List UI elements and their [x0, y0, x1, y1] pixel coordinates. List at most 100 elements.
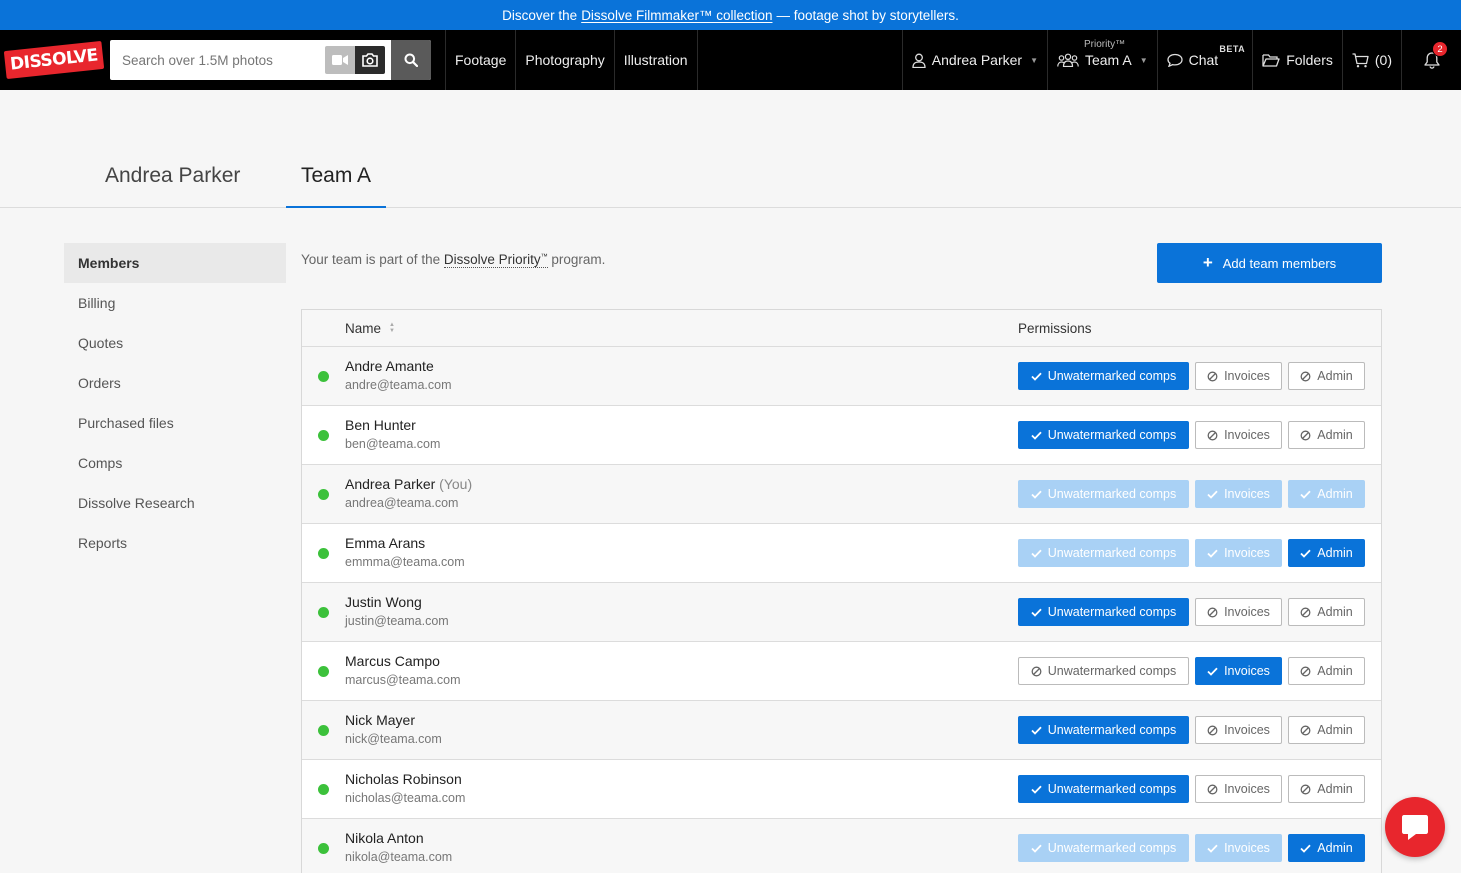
banner-link[interactable]: Dissolve Filmmaker™ collection: [581, 8, 772, 23]
add-team-members-label: Add team members: [1222, 255, 1337, 271]
permission-label: Admin: [1317, 487, 1353, 501]
permission-toggles: Unwatermarked comps Invoices Admin: [1018, 598, 1365, 626]
notification-count-badge: 2: [1432, 41, 1448, 57]
sidebar-item-orders[interactable]: Orders: [64, 363, 286, 403]
member-email: ben@teama.com: [345, 437, 441, 451]
checkmark-icon: [1031, 490, 1042, 499]
permission-unwatermarked-comps-toggle[interactable]: Unwatermarked comps: [1018, 362, 1189, 390]
sidebar-item-reports[interactable]: Reports: [64, 523, 286, 563]
online-status-dot: [318, 666, 329, 677]
online-status-dot: [318, 371, 329, 382]
account-nav: Andrea Parker ▼ Priority™ Team A ▼ Chat …: [901, 30, 1461, 90]
sidebar-item-quotes[interactable]: Quotes: [64, 323, 286, 363]
member-name: Marcus Campo: [345, 653, 461, 669]
checkmark-icon: [1207, 667, 1218, 676]
team-menu[interactable]: Priority™ Team A ▼: [1046, 30, 1157, 90]
permission-invoices-toggle[interactable]: Invoices: [1195, 598, 1282, 626]
checkmark-icon: [1031, 372, 1042, 381]
notifications-button[interactable]: 2: [1401, 30, 1461, 90]
permission-unwatermarked-comps-toggle[interactable]: Unwatermarked comps: [1018, 421, 1189, 449]
not-allowed-icon: [1207, 784, 1218, 794]
checkmark-icon: [1031, 844, 1042, 853]
nav-illustration[interactable]: Illustration: [613, 30, 698, 90]
permission-admin-toggle[interactable]: Admin: [1288, 657, 1365, 685]
permission-admin-toggle: Admin: [1288, 480, 1365, 508]
permission-invoices-toggle: Invoices: [1195, 539, 1282, 567]
not-allowed-icon: [1300, 784, 1311, 794]
nav-photography[interactable]: Photography: [515, 30, 613, 90]
permission-toggles: Unwatermarked comps Invoices Admin: [1018, 834, 1365, 862]
permission-label: Unwatermarked comps: [1047, 487, 1177, 501]
online-status-dot: [318, 430, 329, 441]
member-name: Andrea Parker (You): [345, 476, 472, 492]
permission-invoices-toggle: Invoices: [1195, 480, 1282, 508]
permission-admin-toggle[interactable]: Admin: [1288, 716, 1365, 744]
permission-invoices-toggle[interactable]: Invoices: [1195, 716, 1282, 744]
banner-suffix: — footage shot by storytellers.: [776, 7, 959, 23]
permission-label: Unwatermarked comps: [1047, 841, 1177, 855]
tab-team[interactable]: Team A: [286, 164, 387, 208]
permission-label: Unwatermarked comps: [1047, 723, 1177, 737]
permission-admin-toggle[interactable]: Admin: [1288, 421, 1365, 449]
permission-label: Invoices: [1224, 782, 1270, 796]
dissolve-logo[interactable]: DISSOLVE: [3, 40, 105, 80]
permission-admin-toggle[interactable]: Admin: [1288, 598, 1365, 626]
permission-admin-toggle[interactable]: Admin: [1288, 834, 1365, 862]
permission-label: Invoices: [1224, 841, 1270, 855]
permission-invoices-toggle[interactable]: Invoices: [1195, 362, 1282, 390]
sidebar-item-members[interactable]: Members: [64, 243, 286, 283]
permission-unwatermarked-comps-toggle[interactable]: Unwatermarked comps: [1018, 598, 1189, 626]
live-chat-button[interactable]: [1385, 797, 1445, 857]
permission-invoices-toggle[interactable]: Invoices: [1195, 657, 1282, 685]
permission-admin-toggle[interactable]: Admin: [1288, 539, 1365, 567]
permission-unwatermarked-comps-toggle[interactable]: Unwatermarked comps: [1018, 775, 1189, 803]
member-info: Andrea Parker (You) andrea@teama.com: [345, 476, 472, 510]
nav-footage[interactable]: Footage: [445, 30, 515, 90]
permission-invoices-toggle[interactable]: Invoices: [1195, 775, 1282, 803]
permission-admin-toggle[interactable]: Admin: [1288, 775, 1365, 803]
plus-icon: +: [1202, 253, 1213, 272]
permission-unwatermarked-comps-toggle[interactable]: Unwatermarked comps: [1018, 657, 1189, 685]
member-name: Ben Hunter: [345, 417, 440, 433]
permission-admin-toggle[interactable]: Admin: [1288, 362, 1365, 390]
permission-toggles: Unwatermarked comps Invoices Admin: [1018, 421, 1365, 449]
members-table: Name ▲ ▼ Permissions Andre Amante andre@t…: [301, 309, 1382, 873]
camera-icon[interactable]: [355, 46, 385, 74]
online-status-dot: [318, 784, 329, 795]
folders-link[interactable]: Folders: [1252, 30, 1342, 90]
add-team-members-button[interactable]: + Add team members: [1157, 243, 1382, 283]
video-camera-icon[interactable]: [325, 46, 355, 74]
user-menu[interactable]: Andrea Parker ▼: [901, 30, 1047, 90]
tab-user-account[interactable]: Andrea Parker: [105, 164, 240, 208]
permission-invoices-toggle[interactable]: Invoices: [1195, 421, 1282, 449]
sidebar-item-dissolve-research[interactable]: Dissolve Research: [64, 483, 286, 523]
permission-unwatermarked-comps-toggle[interactable]: Unwatermarked comps: [1018, 716, 1189, 744]
permission-toggles: Unwatermarked comps Invoices Admin: [1018, 480, 1365, 508]
table-row: Ben Hunter ben@teama.com Unwatermarked co…: [302, 406, 1381, 465]
permission-label: Admin: [1317, 664, 1353, 678]
sidebar-item-comps[interactable]: Comps: [64, 443, 286, 483]
member-name: Nicholas Robinson: [345, 771, 465, 787]
member-info: Justin Wong justin@teama.com: [345, 594, 449, 628]
chat-link[interactable]: Chat BETA: [1156, 30, 1253, 90]
folder-icon: [1262, 54, 1280, 67]
permission-label: Invoices: [1224, 428, 1270, 442]
permission-label: Admin: [1317, 841, 1353, 855]
sidebar-item-billing[interactable]: Billing: [64, 283, 286, 323]
member-name: Justin Wong: [345, 594, 449, 610]
category-nav: Footage Photography Illustration: [445, 30, 698, 90]
team-icon: [1057, 53, 1079, 67]
cart-link[interactable]: (0): [1341, 30, 1401, 90]
not-allowed-icon: [1207, 371, 1218, 381]
you-label: (You): [439, 476, 473, 492]
permission-label: Admin: [1317, 782, 1353, 796]
search-input[interactable]: [110, 40, 320, 80]
sidebar-item-purchased-files[interactable]: Purchased files: [64, 403, 286, 443]
search-button[interactable]: [391, 40, 431, 80]
priority-program-label: Dissolve Priority: [443, 252, 541, 267]
priority-program-link[interactable]: Dissolve Priority™: [443, 252, 548, 268]
chevron-down-icon: ▼: [1139, 55, 1148, 65]
account-tabs: Andrea Parker Team A: [0, 90, 1461, 208]
name-column-header[interactable]: Name ▲ ▼: [345, 321, 395, 336]
settings-sidebar: Members Billing Quotes Orders Purchased …: [64, 243, 286, 563]
